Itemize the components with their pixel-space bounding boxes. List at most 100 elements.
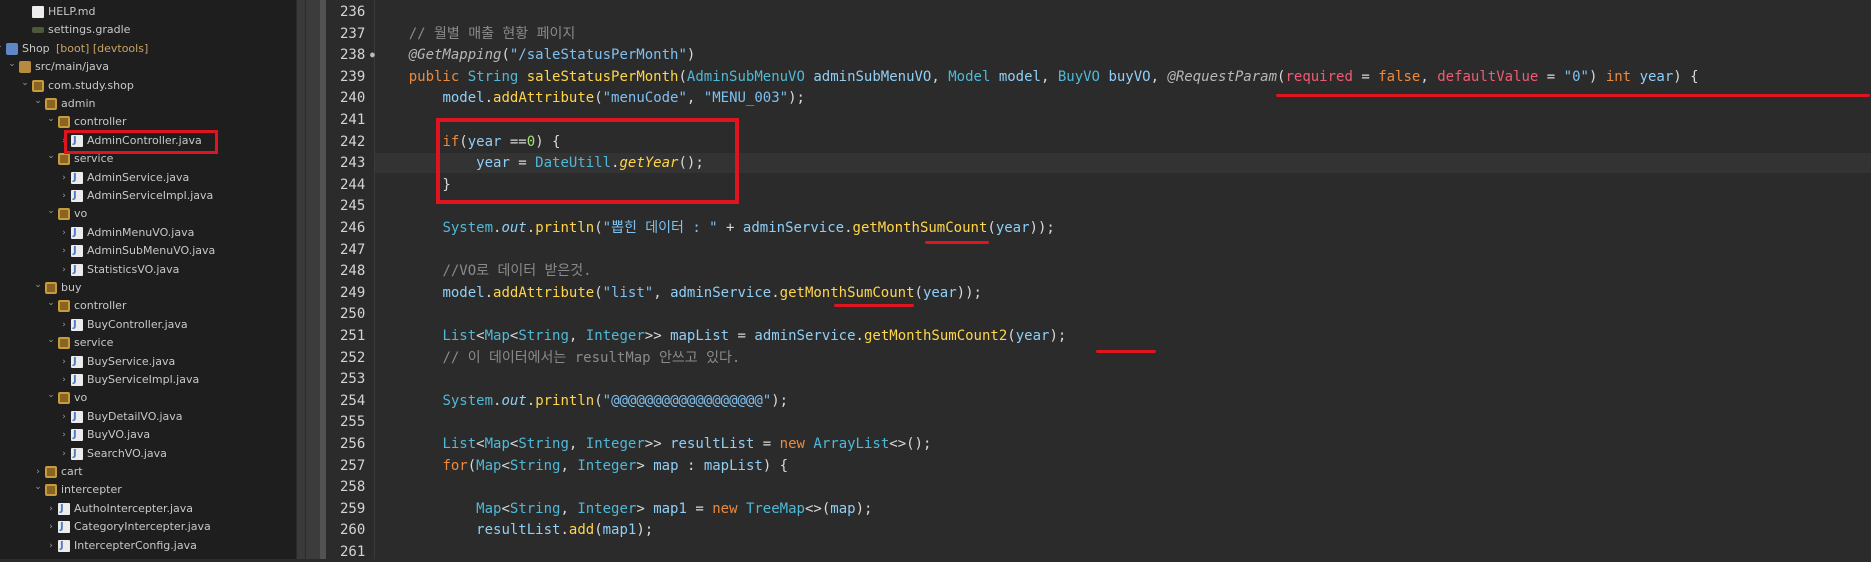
tree-item[interactable]: › AdminServiceImpl.java (0, 187, 290, 205)
chevron-right-icon[interactable]: › (59, 426, 69, 444)
code-line[interactable]: if(year ==0) { (375, 132, 560, 152)
tree-item[interactable]: ⌄ buy (0, 279, 290, 297)
java-icon (71, 408, 83, 426)
code-line[interactable]: //VO로 데이터 받은것. (375, 261, 591, 281)
chevron-down-icon[interactable]: ⌄ (46, 294, 56, 312)
tree-item[interactable]: › BuyVO.java (0, 426, 290, 444)
code-line[interactable]: List<Map<String, Integer>> mapList = adm… (375, 326, 1066, 346)
chevron-right-icon[interactable]: › (59, 187, 69, 205)
tree-item[interactable]: HELP.md (0, 3, 290, 21)
code-line[interactable]: model.addAttribute("list", adminService.… (375, 283, 982, 303)
tree-item[interactable]: › AuthoIntercepter.java (0, 500, 290, 518)
code-line[interactable]: // 월별 매출 현황 페이지 (375, 24, 576, 44)
tree-item-label: Shop (22, 41, 50, 55)
code-line[interactable]: for(Map<String, Integer> map : mapList) … (375, 456, 788, 476)
chevron-right-icon[interactable]: › (59, 242, 69, 260)
code-editor[interactable]: // 월별 매출 현황 페이지 @GetMapping("/saleStatus… (375, 0, 1871, 559)
tree-item[interactable]: ⌄ intercepter (0, 481, 290, 499)
tree-item[interactable]: ⌄ vo (0, 389, 290, 407)
line-number: 251 (326, 326, 380, 346)
line-number-text: 245 (340, 198, 366, 215)
chevron-down-icon[interactable]: ⌄ (33, 478, 43, 496)
chevron-down-icon[interactable]: ⌄ (46, 110, 56, 128)
tree-item[interactable]: › AdminSubMenuVO.java (0, 242, 290, 260)
code-line[interactable]: // 이 데이터에서는 resultMap 안쓰고 있다. (375, 348, 740, 368)
line-number-text: 255 (340, 414, 366, 431)
line-number: 252 (326, 348, 380, 368)
line-number: 249 (326, 283, 380, 303)
code-line[interactable]: year = DateUtill.getYear(); (375, 153, 1871, 174)
tree-item[interactable]: › StatisticsVO.java (0, 261, 290, 279)
line-number-text: 242 (340, 133, 366, 150)
chevron-down-icon[interactable]: ⌄ (33, 276, 43, 294)
tree-item[interactable]: › BuyServiceImpl.java (0, 371, 290, 389)
tree-item[interactable]: ⌄ controller (0, 113, 290, 131)
code-line[interactable]: public String saleStatusPerMonth(AdminSu… (375, 67, 1699, 87)
tree-item-label: AuthoIntercepter.java (74, 501, 194, 515)
chevron-right-icon[interactable]: › (59, 224, 69, 242)
chevron-down-icon[interactable]: ⌄ (46, 386, 56, 404)
chevron-down-icon[interactable]: ⌄ (46, 202, 56, 220)
tree-item[interactable]: › BuyDetailVO.java (0, 408, 290, 426)
chevron-right-icon[interactable]: › (59, 445, 69, 463)
tree-item[interactable]: › AdminMenuVO.java (0, 224, 290, 242)
chevron-right-icon[interactable]: › (59, 316, 69, 334)
chevron-right-icon[interactable]: › (59, 353, 69, 371)
code-line[interactable]: Map<String, Integer> map1 = new TreeMap<… (375, 499, 872, 519)
java-icon (71, 224, 83, 242)
code-line[interactable]: model.addAttribute("menuCode", "MENU_003… (375, 88, 805, 108)
tree-item-label: controller (74, 115, 127, 129)
tree-item[interactable]: › CategoryIntercepter.java (0, 518, 290, 536)
tree-item[interactable]: › cart (0, 463, 290, 481)
chevron-right-icon[interactable]: › (46, 500, 56, 518)
chevron-down-icon[interactable]: ⌄ (46, 331, 56, 349)
tree-item[interactable]: ⌄ vo (0, 205, 290, 223)
tree-item-label: BuyVO.java (87, 428, 151, 442)
tree-item[interactable]: ⌄ src/main/java (0, 58, 290, 76)
chevron-right-icon[interactable]: › (59, 261, 69, 279)
tree-item-label: HELP.md (48, 5, 96, 18)
chevron-right-icon[interactable]: › (46, 518, 56, 536)
tree-item[interactable]: ⌄ Shop [boot] [devtools] (0, 40, 290, 58)
tree-item[interactable]: ⌄ controller (0, 297, 290, 315)
tree-item[interactable]: ⌄ com.study.shop (0, 77, 290, 95)
code-line[interactable]: } (375, 175, 450, 195)
chevron-right-icon[interactable]: › (46, 537, 56, 555)
code-line[interactable]: @GetMapping("/saleStatusPerMonth") (375, 45, 696, 65)
chevron-down-icon[interactable]: ⌄ (46, 147, 56, 165)
tree-item[interactable]: ⌄ service (0, 334, 290, 352)
chevron-down-icon[interactable]: ⌄ (33, 92, 43, 110)
line-number: 247 (326, 240, 380, 260)
tree-item[interactable]: › AdminController.java (0, 132, 290, 150)
code-line[interactable]: System.out.println("뽑힌 데이터 : " + adminSe… (375, 218, 1054, 238)
pane-divider[interactable] (306, 0, 326, 559)
explorer-scrollbar-thumb[interactable] (297, 0, 305, 559)
annotation-underline (1096, 350, 1156, 353)
tree-item-label: vo (74, 207, 88, 221)
chevron-right-icon[interactable]: › (59, 169, 69, 187)
chevron-right-icon[interactable]: › (59, 132, 69, 150)
explorer-scrollbar[interactable] (296, 0, 306, 559)
tree-item[interactable]: settings.gradle (0, 21, 290, 39)
code-line[interactable]: resultList.add(map1); (375, 520, 653, 540)
java-icon (71, 242, 83, 260)
chevron-down-icon[interactable]: ⌄ (0, 37, 4, 55)
tree-item-label: AdminController.java (87, 133, 202, 147)
chevron-right-icon[interactable]: › (59, 408, 69, 426)
tree-item[interactable]: › SearchVO.java (0, 445, 290, 463)
code-line[interactable]: System.out.println("@@@@@@@@@@@@@@@@@@")… (375, 391, 788, 411)
chevron-right-icon[interactable]: › (59, 371, 69, 389)
project-icon (6, 42, 18, 55)
chevron-down-icon[interactable]: ⌄ (7, 55, 17, 73)
tree-item[interactable]: › BuyService.java (0, 353, 290, 371)
chevron-down-icon[interactable]: ⌄ (20, 74, 30, 92)
line-number-text: 237 (340, 25, 366, 42)
tree-item[interactable]: › IntercepterConfig.java (0, 537, 290, 555)
code-line[interactable]: List<Map<String, Integer>> resultList = … (375, 434, 931, 454)
tree-item[interactable]: ⌄ admin (0, 95, 290, 113)
tree-item[interactable]: ⌄ service (0, 150, 290, 168)
tree-item[interactable]: › AdminService.java (0, 169, 290, 187)
tree-item-label: BuyDetailVO.java (87, 409, 183, 423)
tree-item[interactable]: › BuyController.java (0, 316, 290, 334)
pkg-icon (58, 392, 70, 405)
